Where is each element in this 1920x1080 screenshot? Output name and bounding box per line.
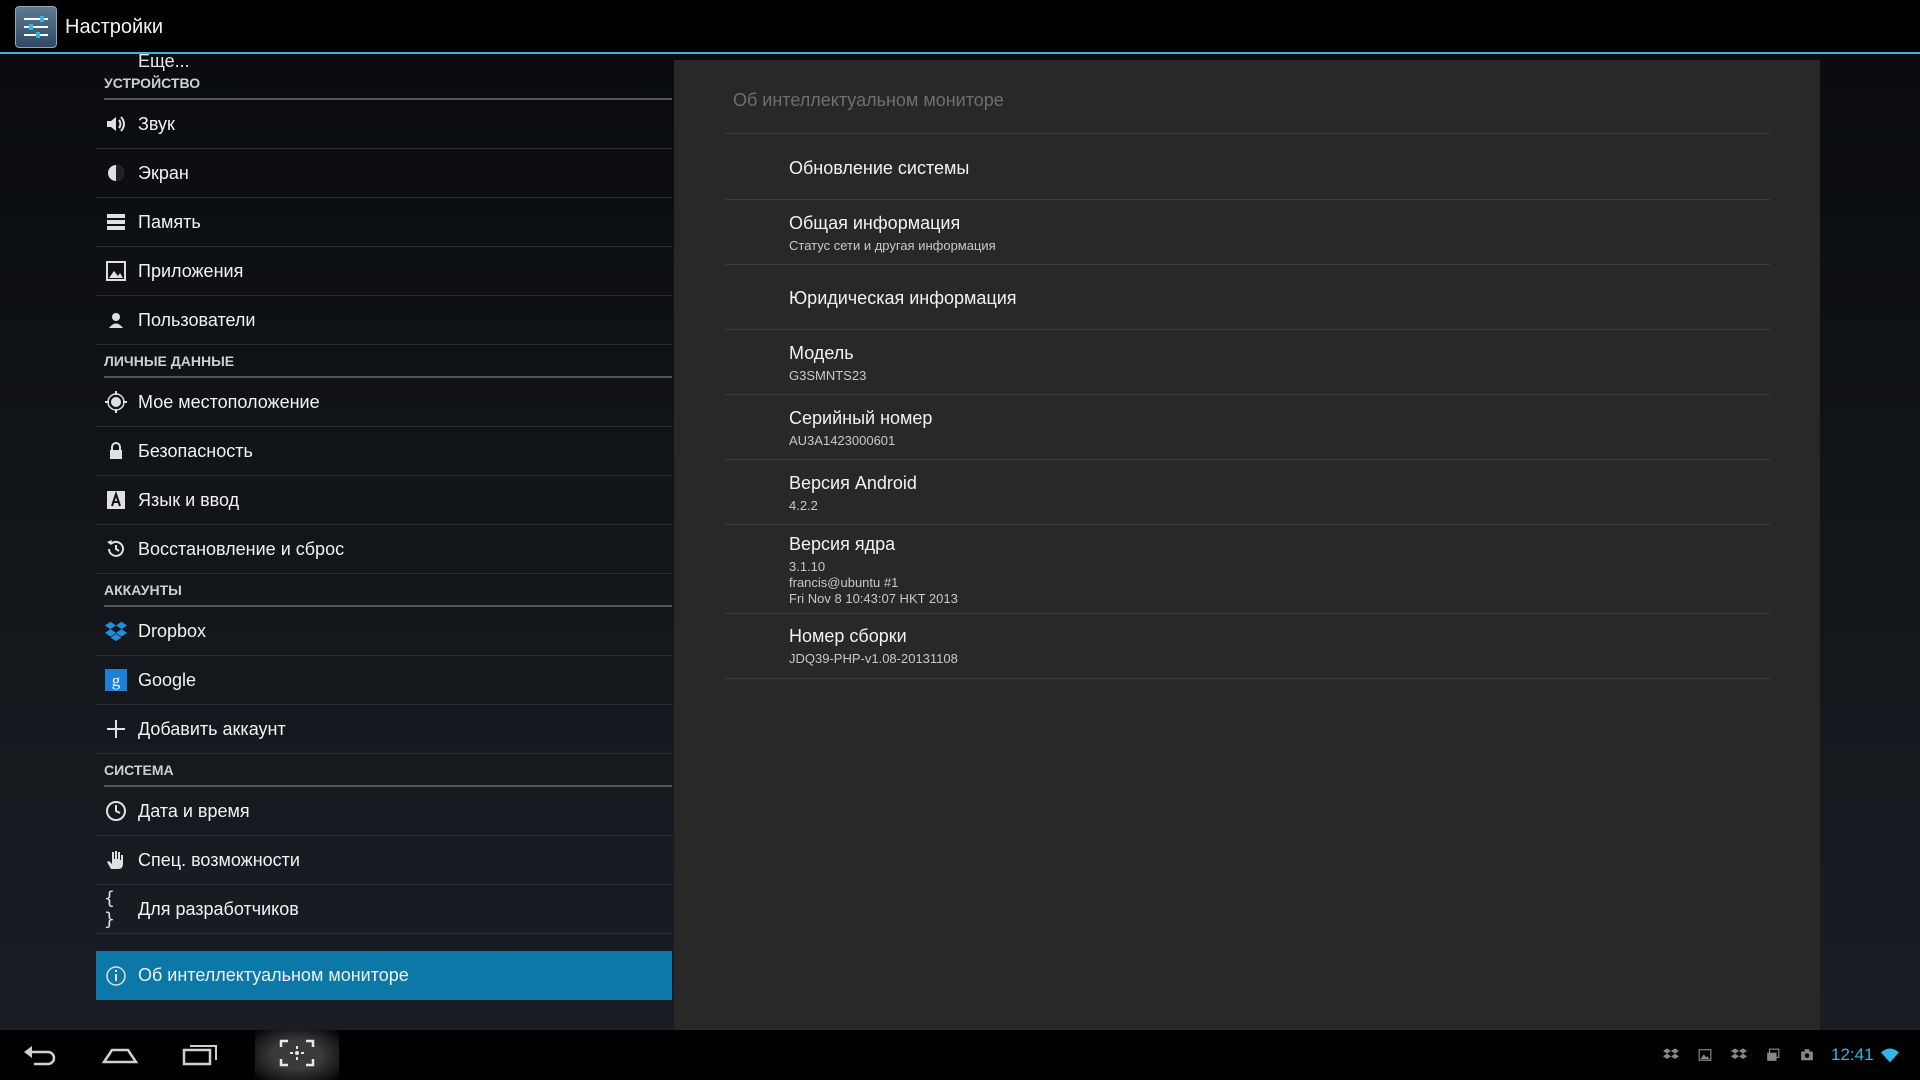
dropbox-icon[interactable] <box>1661 1045 1681 1065</box>
pref-build-number[interactable]: Номер сборки JDQ39-PHP-v1.08-20131108 <box>725 614 1770 679</box>
back-icon[interactable] <box>13 1038 67 1072</box>
wifi-icon <box>1880 1045 1900 1065</box>
sidebar-item-add-account[interactable]: Добавить аккаунт <box>96 705 672 754</box>
detail-pane: Об интеллектуальном мониторе Обновление … <box>674 60 1820 1030</box>
action-bar: Настройки <box>0 0 1920 54</box>
settings-sliders-icon[interactable] <box>15 6 57 48</box>
sidebar-item-security[interactable]: Безопасность <box>96 427 672 476</box>
sidebar-item-developer[interactable]: { } Для разработчиков <box>96 885 672 934</box>
image-icon[interactable] <box>1695 1045 1715 1065</box>
apps-icon <box>104 259 128 283</box>
sidebar-item-location[interactable]: Мое местоположение <box>96 378 672 427</box>
google-icon: g <box>104 668 128 692</box>
info-icon <box>104 964 128 988</box>
screenshot-button[interactable] <box>255 1030 339 1080</box>
detail-title: Об интеллектуальном мониторе <box>733 90 1004 110</box>
pref-android-version[interactable]: Версия Android 4.2.2 <box>725 460 1770 525</box>
sidebar-item-more[interactable]: Еще... <box>138 54 190 72</box>
sidebar-item-backup-reset[interactable]: Восстановление и сброс <box>96 525 672 574</box>
navigation-bar: 12:41 <box>0 1030 1920 1080</box>
sidebar-item-google[interactable]: g Google <box>96 656 672 705</box>
sidebar-item-users[interactable]: Пользователи <box>96 296 672 345</box>
pref-serial-number: Серийный номер AU3A1423000601 <box>725 395 1770 460</box>
pref-kernel-version: Версия ядра 3.1.10 francis@ubuntu #1 Fri… <box>725 525 1770 614</box>
sidebar-item-screen[interactable]: Экран <box>96 149 672 198</box>
svg-text:g: g <box>112 671 121 690</box>
brightness-icon <box>104 161 128 185</box>
pref-status[interactable]: Общая информация Статус сети и другая ин… <box>725 200 1770 265</box>
sound-icon <box>104 112 128 136</box>
sidebar-item-apps[interactable]: Приложения <box>96 247 672 296</box>
braces-icon: { } <box>104 888 115 930</box>
user-icon <box>104 308 128 332</box>
recents-icon[interactable] <box>173 1038 227 1072</box>
storage-icon <box>104 210 128 234</box>
sidebar-item-about[interactable]: Об интеллектуальном мониторе <box>96 951 672 1000</box>
plus-icon <box>104 717 128 741</box>
settings-list[interactable]: Еще... УСТРОЙСТВО Звук Экран Память Прил… <box>96 54 672 1030</box>
dropbox-icon[interactable] <box>1729 1045 1749 1065</box>
keyboard-icon <box>104 488 128 512</box>
pref-model: Модель G3SMNTS23 <box>725 330 1770 395</box>
lock-icon <box>104 439 128 463</box>
home-icon[interactable] <box>93 1038 147 1072</box>
dropbox-icon <box>104 619 128 643</box>
hand-icon <box>104 848 128 872</box>
sidebar-item-storage[interactable]: Память <box>96 198 672 247</box>
pref-system-update[interactable]: Обновление системы <box>725 134 1770 200</box>
sidebar-item-date-time[interactable]: Дата и время <box>96 787 672 836</box>
sidebar-item-dropbox[interactable]: Dropbox <box>96 607 672 656</box>
clock-icon <box>104 799 128 823</box>
section-header-accounts: АККАУНТЫ <box>104 581 672 607</box>
restore-icon <box>104 537 128 561</box>
content-area: Еще... УСТРОЙСТВО Звук Экран Память Прил… <box>0 54 1920 1030</box>
sidebar-item-sound[interactable]: Звук <box>96 100 672 149</box>
camera-icon[interactable] <box>1797 1045 1817 1065</box>
pref-legal-info[interactable]: Юридическая информация <box>725 265 1770 330</box>
sidebar-item-language[interactable]: Язык и ввод <box>96 476 672 525</box>
screenshot-icon <box>279 1039 315 1072</box>
section-header-system: СИСТЕМА <box>104 761 672 787</box>
section-header-personal: ЛИЧНЫЕ ДАННЫЕ <box>104 352 672 378</box>
location-icon <box>104 390 128 414</box>
sidebar-item-accessibility[interactable]: Спец. возможности <box>96 836 672 885</box>
app-title: Настройки <box>65 16 164 38</box>
section-header-device: УСТРОЙСТВО <box>104 74 672 100</box>
photos-icon[interactable] <box>1763 1045 1783 1065</box>
status-clock[interactable]: 12:41 <box>1831 1045 1874 1065</box>
